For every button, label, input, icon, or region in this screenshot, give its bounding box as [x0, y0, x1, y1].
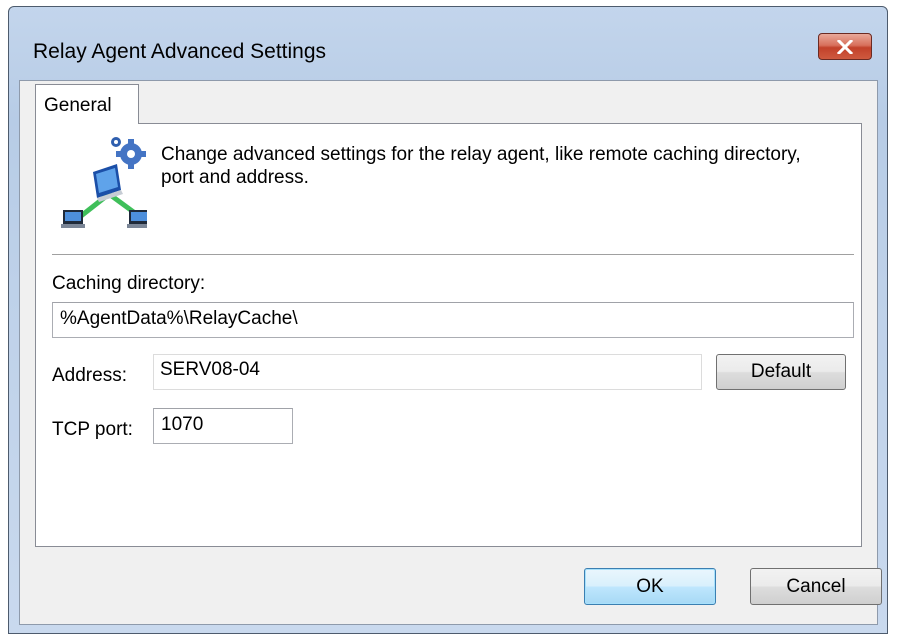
title-bar[interactable]: Relay Agent Advanced Settings: [9, 7, 887, 79]
caching-directory-input[interactable]: %AgentData%\RelayCache\: [52, 302, 854, 338]
address-input[interactable]: SERV08-04: [153, 354, 702, 390]
address-label: Address:: [52, 365, 127, 386]
tcp-port-label: TCP port:: [52, 419, 133, 440]
caching-directory-label: Caching directory:: [52, 273, 206, 294]
ok-button[interactable]: OK: [584, 568, 716, 605]
general-tab-page: Change advanced settings for the relay a…: [35, 123, 862, 547]
window-title: Relay Agent Advanced Settings: [33, 40, 327, 63]
tab-general-label: General: [44, 95, 112, 116]
dialog-window: Relay Agent Advanced Settings General Ch…: [8, 6, 888, 634]
dialog-body: General Change advanced settings for the…: [19, 80, 882, 625]
tab-general[interactable]: General: [35, 84, 139, 124]
close-button[interactable]: [818, 33, 872, 60]
relay-agent-network-icon: [61, 137, 147, 228]
default-button[interactable]: Default: [716, 354, 846, 390]
tcp-port-input[interactable]: 1070: [153, 408, 293, 444]
separator: [52, 254, 854, 256]
close-icon: [837, 39, 853, 54]
description-text: Change advanced settings for the relay a…: [161, 144, 801, 188]
cancel-button[interactable]: Cancel: [750, 568, 882, 605]
